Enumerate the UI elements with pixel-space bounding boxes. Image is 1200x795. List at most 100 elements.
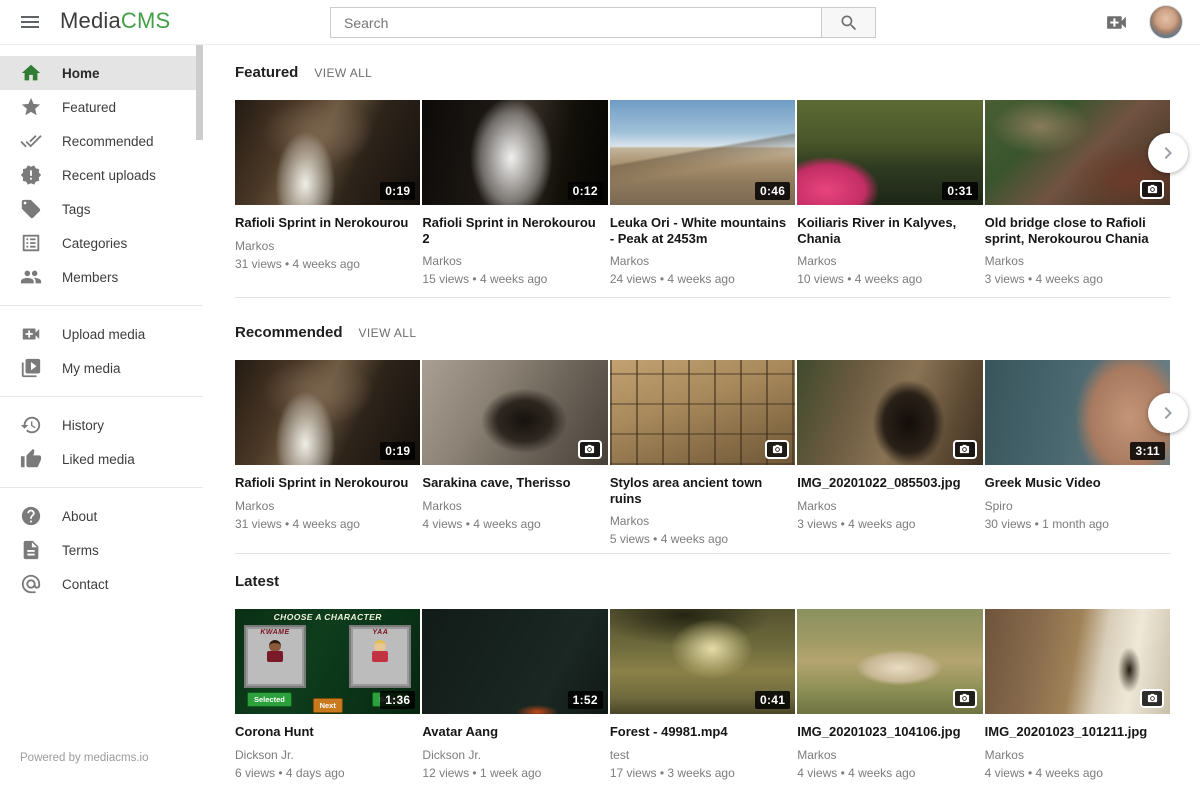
sidebar-item-featured[interactable]: Featured <box>0 90 203 124</box>
media-author[interactable]: test <box>610 748 795 762</box>
media-author[interactable]: Markos <box>797 254 982 268</box>
media-thumbnail[interactable] <box>610 360 795 465</box>
media-thumbnail[interactable] <box>797 360 982 465</box>
media-thumbnail[interactable]: 0:46 <box>610 100 795 205</box>
media-title[interactable]: Corona Hunt <box>235 724 420 740</box>
media-card[interactable]: Stylos area ancient town ruins Markos 5 … <box>610 360 795 546</box>
media-thumbnail[interactable]: 1:52 <box>422 609 607 714</box>
media-author[interactable]: Dickson Jr. <box>422 748 607 762</box>
media-title[interactable]: Forest - 49981.mp4 <box>610 724 795 740</box>
star-icon <box>20 96 42 118</box>
media-card[interactable]: 0:31 Koiliaris River in Kalyves, Chania … <box>797 100 982 286</box>
media-author[interactable]: Dickson Jr. <box>235 748 420 762</box>
media-card[interactable]: IMG_20201023_104106.jpg Markos 4 views •… <box>797 609 982 795</box>
media-card[interactable]: 3:11 Greek Music Video Spiro 30 views • … <box>985 360 1170 546</box>
sidebar-item-history[interactable]: History <box>0 408 203 442</box>
media-card[interactable]: CHOOSE A CHARACTER KWAME YAA Selected Ne… <box>235 609 420 795</box>
game-selected-button: Selected <box>247 692 292 707</box>
media-meta: 4 views • 4 weeks ago <box>422 517 607 531</box>
camera-icon <box>1147 184 1158 195</box>
media-card[interactable]: 0:12 Rafioli Sprint in Nerokourou 2 Mark… <box>422 100 607 286</box>
media-title[interactable]: IMG_20201022_085503.jpg <box>797 475 982 491</box>
media-author[interactable]: Markos <box>610 254 795 268</box>
media-title[interactable]: IMG_20201023_104106.jpg <box>797 724 982 740</box>
media-author[interactable]: Markos <box>610 514 795 528</box>
user-avatar[interactable] <box>1149 5 1183 39</box>
sidebar-scrollbar[interactable] <box>196 45 203 140</box>
media-thumbnail[interactable]: CHOOSE A CHARACTER KWAME YAA Selected Ne… <box>235 609 420 714</box>
sidebar-item-home[interactable]: Home <box>0 56 203 90</box>
sidebar-item-members[interactable]: Members <box>0 260 203 294</box>
sidebar-item-my-media[interactable]: My media <box>0 351 203 385</box>
media-author[interactable]: Markos <box>235 499 420 513</box>
duration-badge: 0:31 <box>942 182 977 200</box>
media-author[interactable]: Markos <box>985 254 1170 268</box>
media-thumbnail[interactable]: 0:41 <box>610 609 795 714</box>
media-thumbnail[interactable]: 0:19 <box>235 360 420 465</box>
media-author[interactable]: Spiro <box>985 499 1170 513</box>
media-card[interactable]: 0:41 Forest - 49981.mp4 test 17 views • … <box>610 609 795 795</box>
media-thumbnail[interactable]: 0:19 <box>235 100 420 205</box>
media-card[interactable]: IMG_20201023_101211.jpg Markos 4 views •… <box>985 609 1170 795</box>
media-thumbnail[interactable] <box>422 360 607 465</box>
media-title[interactable]: Sarakina cave, Therisso <box>422 475 607 491</box>
hamburger-menu-icon[interactable] <box>18 10 42 34</box>
media-card[interactable]: 1:52 Avatar Aang Dickson Jr. 12 views • … <box>422 609 607 795</box>
media-author[interactable]: Markos <box>235 239 420 253</box>
media-title[interactable]: Avatar Aang <box>422 724 607 740</box>
duration-badge: 3:11 <box>1130 442 1165 460</box>
media-thumbnail[interactable] <box>797 609 982 714</box>
carousel-next-button[interactable] <box>1148 393 1188 433</box>
app-logo[interactable]: MediaCMS <box>60 8 170 34</box>
media-card[interactable]: IMG_20201022_085503.jpg Markos 3 views •… <box>797 360 982 546</box>
media-title[interactable]: Koiliaris River in Kalyves, Chania <box>797 215 982 246</box>
media-thumbnail[interactable]: 0:12 <box>422 100 607 205</box>
media-title[interactable]: Stylos area ancient town ruins <box>610 475 795 506</box>
media-card[interactable]: 0:19 Rafioli Sprint in Nerokourou Markos… <box>235 360 420 546</box>
media-title[interactable]: IMG_20201023_101211.jpg <box>985 724 1170 740</box>
media-author[interactable]: Markos <box>422 254 607 268</box>
media-title[interactable]: Leuka Ori - White mountains - Peak at 24… <box>610 215 795 246</box>
chevron-right-icon <box>1156 401 1180 425</box>
media-thumbnail[interactable] <box>985 609 1170 714</box>
media-thumbnail[interactable] <box>985 100 1170 205</box>
sidebar-item-categories[interactable]: Categories <box>0 226 203 260</box>
media-title[interactable]: Rafioli Sprint in Nerokourou <box>235 475 420 491</box>
search-input[interactable] <box>330 7 821 38</box>
media-title[interactable]: Rafioli Sprint in Nerokourou <box>235 215 420 231</box>
carousel-next-button[interactable] <box>1148 133 1188 173</box>
media-author[interactable]: Markos <box>422 499 607 513</box>
media-author[interactable]: Markos <box>797 748 982 762</box>
upload-media-icon[interactable] <box>1104 10 1129 35</box>
duration-badge: 0:12 <box>568 182 603 200</box>
sidebar-item-recommended[interactable]: Recommended <box>0 124 203 158</box>
sidebar-item-upload-media[interactable]: Upload media <box>0 317 203 351</box>
sidebar-item-liked-media[interactable]: Liked media <box>0 442 203 476</box>
media-title[interactable]: Greek Music Video <box>985 475 1170 491</box>
sidebar-item-label: Recommended <box>62 134 154 149</box>
game-character-figure <box>372 651 388 662</box>
sidebar-item-contact[interactable]: Contact <box>0 567 203 601</box>
game-character-name: KWAME <box>246 629 304 636</box>
powered-by-text[interactable]: Powered by mediacms.io <box>20 752 148 764</box>
media-title[interactable]: Old bridge close to Rafioli sprint, Nero… <box>985 215 1170 246</box>
search-button[interactable] <box>821 7 876 38</box>
media-author[interactable]: Markos <box>797 499 982 513</box>
view-all-link[interactable]: VIEW ALL <box>314 66 372 80</box>
recommended-row: 0:19 Rafioli Sprint in Nerokourou Markos… <box>235 360 1170 546</box>
tag-icon <box>20 198 42 220</box>
sidebar-item-tags[interactable]: Tags <box>0 192 203 226</box>
sidebar-item-recent-uploads[interactable]: Recent uploads <box>0 158 203 192</box>
media-card[interactable]: 0:19 Rafioli Sprint in Nerokourou Markos… <box>235 100 420 286</box>
media-thumbnail[interactable]: 3:11 <box>985 360 1170 465</box>
home-icon <box>20 62 42 84</box>
media-title[interactable]: Rafioli Sprint in Nerokourou 2 <box>422 215 607 246</box>
media-card[interactable]: Sarakina cave, Therisso Markos 4 views •… <box>422 360 607 546</box>
media-author[interactable]: Markos <box>985 748 1170 762</box>
sidebar-item-about[interactable]: About <box>0 499 203 533</box>
view-all-link[interactable]: VIEW ALL <box>359 326 417 340</box>
sidebar-item-terms[interactable]: Terms <box>0 533 203 567</box>
media-card[interactable]: Old bridge close to Rafioli sprint, Nero… <box>985 100 1170 286</box>
media-thumbnail[interactable]: 0:31 <box>797 100 982 205</box>
media-card[interactable]: 0:46 Leuka Ori - White mountains - Peak … <box>610 100 795 286</box>
